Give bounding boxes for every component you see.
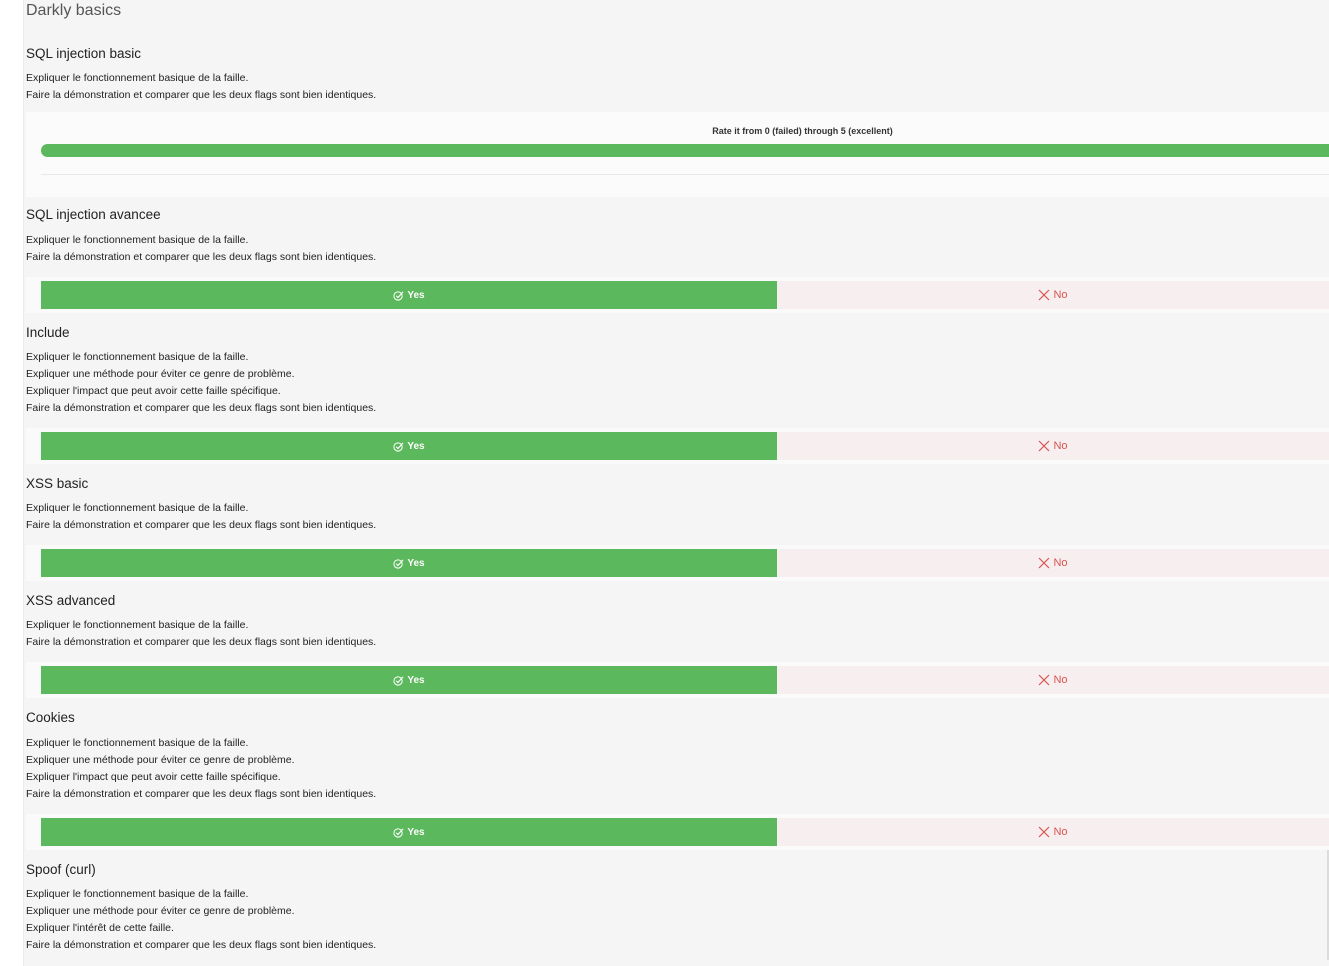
item-desc-line: Faire la démonstration et comparer que l… bbox=[26, 519, 377, 531]
item-desc-line: Expliquer l'impact que peut avoir cette … bbox=[26, 385, 281, 397]
no-button[interactable]: No bbox=[777, 281, 1329, 309]
item-description: Expliquer le fonctionnement basique de l… bbox=[26, 349, 376, 417]
rating-label: Rate it from 0 (failed) through 5 (excel… bbox=[712, 126, 893, 136]
yes-label: Yes bbox=[407, 674, 425, 686]
item-title: SQL injection basic bbox=[26, 46, 142, 61]
item-desc-line: Expliquer une méthode pour éviter ce gen… bbox=[26, 754, 295, 766]
item-title: SQL injection avancee bbox=[26, 207, 161, 222]
no-label: No bbox=[1053, 440, 1068, 452]
item-desc-line: Expliquer une méthode pour éviter ce gen… bbox=[26, 368, 295, 380]
item-description: Expliquer le fonctionnement basique de l… bbox=[26, 886, 376, 954]
item-desc-line: Expliquer l'intérêt de cette faille. bbox=[26, 922, 174, 934]
no-label: No bbox=[1053, 826, 1068, 838]
item-desc-line: Faire la démonstration et comparer que l… bbox=[26, 402, 377, 414]
x-icon bbox=[1038, 826, 1050, 838]
divider bbox=[41, 174, 1329, 175]
rating-slider[interactable] bbox=[41, 144, 1329, 157]
item-desc-line: Expliquer le fonctionnement basique de l… bbox=[26, 888, 249, 900]
yes-button[interactable]: Yes bbox=[41, 432, 777, 460]
x-icon bbox=[1038, 674, 1050, 686]
item-desc-line: Expliquer le fonctionnement basique de l… bbox=[26, 619, 249, 631]
item-description: Expliquer le fonctionnement basique de l… bbox=[26, 70, 376, 104]
check-circle-icon bbox=[393, 290, 404, 301]
no-label: No bbox=[1053, 674, 1068, 686]
x-icon bbox=[1038, 289, 1050, 301]
item-desc-line: Expliquer l'impact que peut avoir cette … bbox=[26, 771, 281, 783]
item-title: XSS basic bbox=[26, 476, 89, 491]
item-title: Cookies bbox=[26, 710, 75, 725]
yes-button[interactable]: Yes bbox=[41, 666, 777, 694]
yes-button[interactable]: Yes bbox=[41, 549, 777, 577]
yes-label: Yes bbox=[407, 557, 425, 569]
item-description: Expliquer le fonctionnement basique de l… bbox=[26, 735, 376, 803]
no-label: No bbox=[1053, 289, 1068, 301]
item-desc-line: Expliquer une méthode pour éviter ce gen… bbox=[26, 905, 295, 917]
item-desc-line: Expliquer le fonctionnement basique de l… bbox=[26, 737, 249, 749]
item-desc-line: Faire la démonstration et comparer que l… bbox=[26, 939, 377, 951]
no-button[interactable]: No bbox=[777, 818, 1329, 846]
item-title: Spoof (curl) bbox=[26, 862, 96, 877]
item-description: Expliquer le fonctionnement basique de l… bbox=[26, 617, 376, 651]
yes-label: Yes bbox=[407, 440, 425, 452]
section-title: Darkly basics bbox=[26, 2, 122, 19]
item-desc-line: Faire la démonstration et comparer que l… bbox=[26, 251, 377, 263]
item-desc-line: Faire la démonstration et comparer que l… bbox=[26, 788, 377, 800]
yes-label: Yes bbox=[407, 289, 425, 301]
x-icon bbox=[1038, 557, 1050, 569]
yes-button[interactable]: Yes bbox=[41, 818, 777, 846]
item-desc-line: Faire la démonstration et comparer que l… bbox=[26, 89, 377, 101]
item-description: Expliquer le fonctionnement basique de l… bbox=[26, 500, 376, 534]
item-description: Expliquer le fonctionnement basique de l… bbox=[26, 232, 376, 266]
no-label: No bbox=[1053, 557, 1068, 569]
item-title: XSS advanced bbox=[26, 593, 116, 608]
check-circle-icon bbox=[393, 441, 404, 452]
check-circle-icon bbox=[393, 675, 404, 686]
check-circle-icon bbox=[393, 827, 404, 838]
item-title: Include bbox=[26, 325, 70, 340]
item-desc-line: Expliquer le fonctionnement basique de l… bbox=[26, 502, 249, 514]
no-button[interactable]: No bbox=[777, 666, 1329, 694]
yes-button[interactable]: Yes bbox=[41, 281, 777, 309]
no-button[interactable]: No bbox=[777, 549, 1329, 577]
item-desc-line: Expliquer le fonctionnement basique de l… bbox=[26, 234, 249, 246]
item-desc-line: Faire la démonstration et comparer que l… bbox=[26, 636, 377, 648]
item-desc-line: Expliquer le fonctionnement basique de l… bbox=[26, 351, 249, 363]
x-icon bbox=[1038, 440, 1050, 452]
no-button[interactable]: No bbox=[777, 432, 1329, 460]
item-desc-line: Expliquer le fonctionnement basique de l… bbox=[26, 72, 249, 84]
yes-label: Yes bbox=[407, 826, 425, 838]
check-circle-icon bbox=[393, 558, 404, 569]
